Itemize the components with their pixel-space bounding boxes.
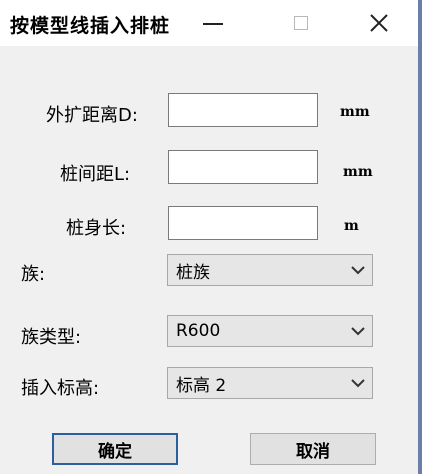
length-input[interactable] <box>168 206 318 240</box>
level-dropdown[interactable]: 标高 2 <box>167 367 373 399</box>
offset-input[interactable] <box>168 93 318 127</box>
offset-label: 外扩距离D: <box>46 105 138 126</box>
type-value: R600 <box>176 321 221 341</box>
close-button[interactable] <box>356 0 402 46</box>
cancel-button[interactable]: 取消 <box>250 433 376 465</box>
chevron-down-icon <box>344 265 372 275</box>
spacing-unit: mm <box>343 164 373 180</box>
length-unit: m <box>344 218 359 234</box>
ok-button[interactable]: 确定 <box>52 433 178 465</box>
window-title: 按模型线插入排桩 <box>10 15 171 37</box>
close-icon <box>370 14 388 32</box>
spacing-input[interactable] <box>168 150 318 184</box>
maximize-icon <box>294 16 308 30</box>
family-dropdown[interactable]: 桩族 <box>167 254 373 286</box>
spacing-label: 桩间距L: <box>60 164 131 185</box>
chevron-down-icon <box>344 378 372 388</box>
title-bar: 按模型线插入排桩 <box>0 0 418 46</box>
level-value: 标高 2 <box>176 375 227 396</box>
family-label: 族: <box>21 264 46 285</box>
chevron-down-icon <box>344 326 372 336</box>
type-dropdown[interactable]: R600 <box>167 315 373 347</box>
family-value: 桩族 <box>176 262 210 283</box>
maximize-button <box>278 0 324 46</box>
type-label: 族类型: <box>21 327 82 348</box>
length-label: 桩身长: <box>66 218 127 239</box>
minimize-button[interactable] <box>190 0 236 46</box>
cancel-button-label: 取消 <box>296 441 330 462</box>
offset-unit: mm <box>340 104 370 120</box>
ok-button-label: 确定 <box>98 441 132 462</box>
level-label: 插入标高: <box>21 378 100 399</box>
dialog-window: 按模型线插入排桩 外扩距离D: mm 桩间距L: mm 桩身长: m 族: 桩族… <box>0 0 422 474</box>
minimize-icon <box>203 23 223 25</box>
